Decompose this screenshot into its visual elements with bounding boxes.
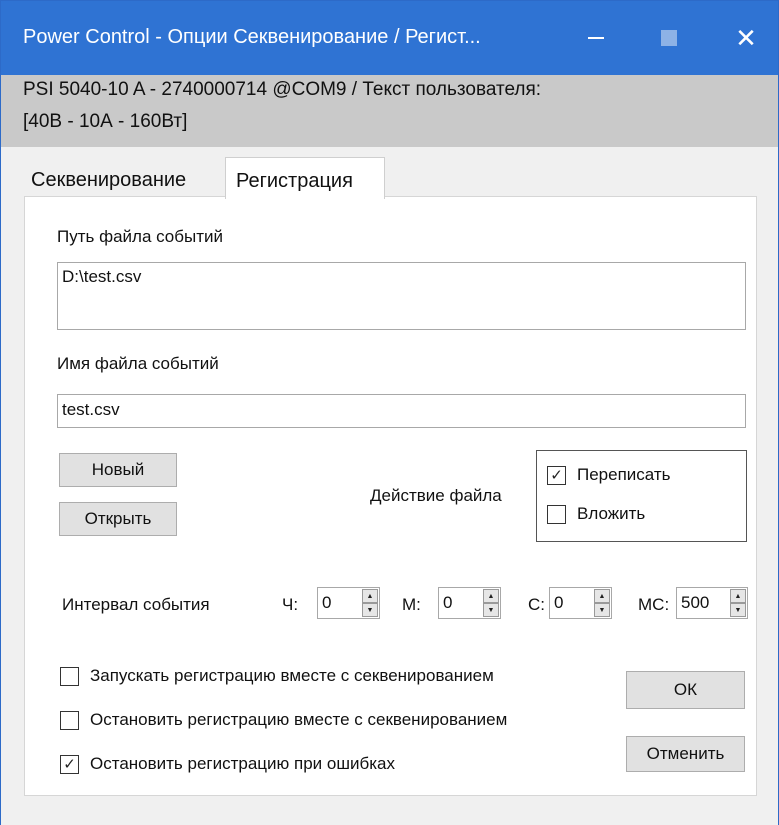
close-button[interactable]: ✕ xyxy=(707,1,779,75)
cancel-button[interactable]: Отменить xyxy=(626,736,745,772)
log-path-field[interactable]: D:\test.csv xyxy=(57,262,746,330)
seconds-arrows: ▲ ▼ xyxy=(594,589,610,617)
open-file-button[interactable]: Открыть xyxy=(59,502,177,536)
stop-on-error-label: Остановить регистрацию при ошибках xyxy=(90,754,395,773)
spin-up-icon[interactable]: ▲ xyxy=(362,589,378,603)
file-action-group: ✓ Переписать Вложить xyxy=(536,450,747,542)
dialog-bottom-edge xyxy=(1,807,778,825)
append-option[interactable]: Вложить xyxy=(547,504,645,524)
log-path-label: Путь файла событий xyxy=(57,227,223,246)
close-icon: ✕ xyxy=(735,22,757,53)
tab-sequencing[interactable]: Секвенирование xyxy=(31,169,186,192)
maximize-icon xyxy=(660,30,677,46)
log-name-value: test.csv xyxy=(62,400,120,419)
append-checkbox[interactable] xyxy=(547,504,566,524)
spin-up-icon[interactable]: ▲ xyxy=(483,589,499,603)
hours-value: 0 xyxy=(322,593,332,612)
hours-label: Ч: xyxy=(282,595,299,614)
log-name-label: Имя файла событий xyxy=(57,354,219,373)
interval-label: Интервал события xyxy=(62,595,210,614)
check-icon: ✓ xyxy=(550,466,563,484)
spin-down-icon[interactable]: ▼ xyxy=(594,603,610,617)
stop-with-seq-option[interactable]: Остановить регистрацию вместе с секвенир… xyxy=(60,710,507,730)
minutes-value: 0 xyxy=(443,593,453,612)
minutes-spinner[interactable]: 0 ▲ ▼ xyxy=(438,587,501,619)
overwrite-option[interactable]: ✓ Переписать xyxy=(547,465,671,485)
spin-up-icon[interactable]: ▲ xyxy=(594,589,610,603)
device-info-line2: [40В - 10А - 160Вт] xyxy=(23,111,188,132)
overwrite-label: Переписать xyxy=(577,465,671,484)
seconds-value: 0 xyxy=(554,593,564,612)
ok-button[interactable]: ОК xyxy=(626,671,745,709)
new-file-button[interactable]: Новый xyxy=(59,453,177,487)
stop-with-seq-label: Остановить регистрацию вместе с секвенир… xyxy=(90,710,508,729)
tab-strip: Секвенирование Регистрация xyxy=(1,147,778,199)
ms-value: 500 xyxy=(681,593,710,612)
title-bar[interactable]: Power Control - Опции Секвенирование / Р… xyxy=(1,1,778,75)
minimize-button[interactable] xyxy=(557,1,635,75)
ms-spinner[interactable]: 500 ▲ ▼ xyxy=(676,587,748,619)
options-dialog: Power Control - Опции Секвенирование / Р… xyxy=(0,0,779,825)
start-with-seq-checkbox[interactable] xyxy=(60,666,79,686)
device-info-header: PSI 5040-10 A - 2740000714 @COM9 / Текст… xyxy=(1,75,778,147)
maximize-button xyxy=(635,1,713,75)
tab-logging[interactable]: Регистрация xyxy=(225,157,385,199)
log-path-value: D:\test.csv xyxy=(62,267,142,286)
ms-arrows: ▲ ▼ xyxy=(730,589,746,617)
minutes-label: М: xyxy=(402,595,421,614)
stop-on-error-checkbox[interactable]: ✓ xyxy=(60,754,79,774)
file-action-label: Действие файла xyxy=(370,486,502,505)
overwrite-checkbox[interactable]: ✓ xyxy=(547,465,566,485)
spin-down-icon[interactable]: ▼ xyxy=(730,603,746,617)
stop-with-seq-checkbox[interactable] xyxy=(60,710,79,730)
spin-up-icon[interactable]: ▲ xyxy=(730,589,746,603)
minutes-arrows: ▲ ▼ xyxy=(483,589,499,617)
check-icon: ✓ xyxy=(63,755,76,773)
window-title: Power Control - Опции Секвенирование / Р… xyxy=(23,26,481,48)
device-info-line1: PSI 5040-10 A - 2740000714 @COM9 / Текст… xyxy=(23,79,542,100)
ms-label: МС: xyxy=(638,595,670,614)
hours-spinner[interactable]: 0 ▲ ▼ xyxy=(317,587,380,619)
start-with-seq-label: Запускать регистрацию вместе с секвениро… xyxy=(90,666,494,685)
hours-arrows: ▲ ▼ xyxy=(362,589,378,617)
stop-on-error-option[interactable]: ✓ Остановить регистрацию при ошибках xyxy=(60,754,395,774)
logging-panel: Путь файла событий D:\test.csv Имя файла… xyxy=(24,196,757,796)
spin-down-icon[interactable]: ▼ xyxy=(362,603,378,617)
seconds-spinner[interactable]: 0 ▲ ▼ xyxy=(549,587,612,619)
seconds-label: С: xyxy=(528,595,545,614)
spin-down-icon[interactable]: ▼ xyxy=(483,603,499,617)
append-label: Вложить xyxy=(577,504,646,523)
minimize-icon xyxy=(588,37,604,39)
start-with-seq-option[interactable]: Запускать регистрацию вместе с секвениро… xyxy=(60,666,494,686)
log-name-field[interactable]: test.csv xyxy=(57,394,746,428)
